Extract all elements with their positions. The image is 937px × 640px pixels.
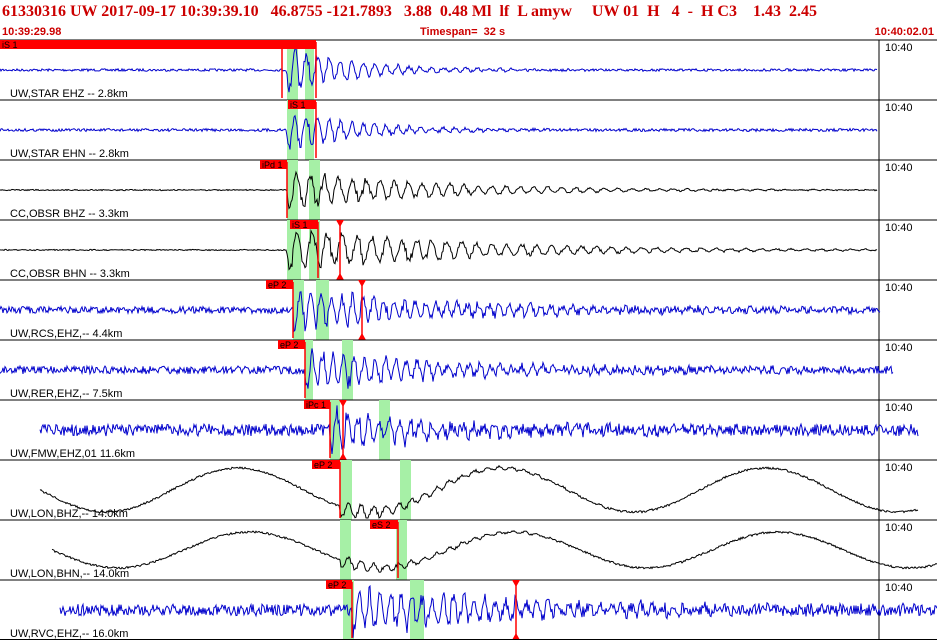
phase-pick-label: iS 1 [290, 100, 306, 110]
analysis-window [410, 580, 424, 640]
trace-time-label: 10:40 [885, 462, 913, 474]
waveform-trace[interactable] [59, 584, 937, 638]
phase-pick-label: iS 1 [292, 220, 308, 230]
phase-pick-label: eP 2 [280, 340, 298, 350]
trace-time-label: 10:40 [885, 402, 913, 414]
station-label: UW,LON,BHN,-- 14.0km [10, 568, 129, 580]
trace-time-label: 10:40 [885, 162, 913, 174]
station-label: UW,RER,EHZ,-- 7.5km [10, 388, 122, 400]
seismogram-plot[interactable]: iP 1iS 1UW,STAR EHZ -- 2.8km10:40iS 1UW,… [0, 0, 937, 640]
station-label: UW,RCS,EHZ,-- 4.4km [10, 328, 122, 340]
station-label: UW,STAR EHZ -- 2.8km [10, 88, 128, 100]
station-label: UW,LON,BHZ,-- 14.0km [10, 508, 128, 520]
trace-time-label: 10:40 [885, 222, 913, 234]
phase-pick-label: eS 2 [372, 520, 391, 530]
phase-pick-label: eP 2 [268, 280, 286, 290]
phase-pick-label: eP 2 [328, 580, 346, 590]
station-label: UW,FMW,EHZ,01 11.6km [10, 448, 135, 460]
pick-marker-down-icon [339, 400, 347, 407]
phase-pick-flag[interactable] [0, 40, 316, 49]
waveform-trace[interactable] [0, 46, 878, 93]
waveform-trace[interactable] [0, 228, 878, 271]
pick-marker-up-icon [339, 453, 347, 460]
trace-time-label: 10:40 [885, 582, 913, 594]
analysis-window [340, 460, 352, 520]
analysis-window [400, 460, 411, 520]
phase-pick-label: eP 2 [314, 460, 332, 470]
waveform-trace[interactable] [39, 405, 919, 454]
pick-marker-up-icon [512, 633, 520, 640]
trace-time-label: 10:40 [885, 342, 913, 354]
station-label: UW,RVC,EHZ,-- 16.0km [10, 628, 128, 640]
waveform-trace[interactable] [51, 530, 937, 573]
phase-pick-label: iPc 1 [306, 400, 326, 410]
phase-pick-label: iPd 1 [262, 160, 283, 170]
trace-time-label: 10:40 [885, 102, 913, 114]
waveform-trace[interactable] [0, 170, 878, 210]
phase-pick-label: iS 1 [2, 40, 18, 50]
pick-marker-down-icon [512, 580, 520, 587]
analysis-window [287, 160, 298, 220]
pick-marker-down-icon [358, 280, 366, 287]
analysis-window [340, 520, 351, 580]
trace-time-label: 10:40 [885, 42, 913, 54]
trace-time-label: 10:40 [885, 522, 913, 534]
station-label: CC,OBSR BHN -- 3.3km [10, 268, 130, 280]
trace-time-label: 10:40 [885, 282, 913, 294]
pick-marker-up-icon [336, 273, 344, 280]
waveform-trace[interactable] [39, 464, 919, 519]
station-label: CC,OBSR BHZ -- 3.3km [10, 208, 129, 220]
pick-marker-up-icon [358, 333, 366, 340]
pick-marker-down-icon [336, 220, 344, 227]
station-label: UW,STAR EHN -- 2.8km [10, 148, 129, 160]
waveform-trace[interactable] [0, 348, 894, 389]
waveform-trace[interactable] [0, 291, 881, 333]
waveform-trace[interactable] [0, 114, 878, 150]
